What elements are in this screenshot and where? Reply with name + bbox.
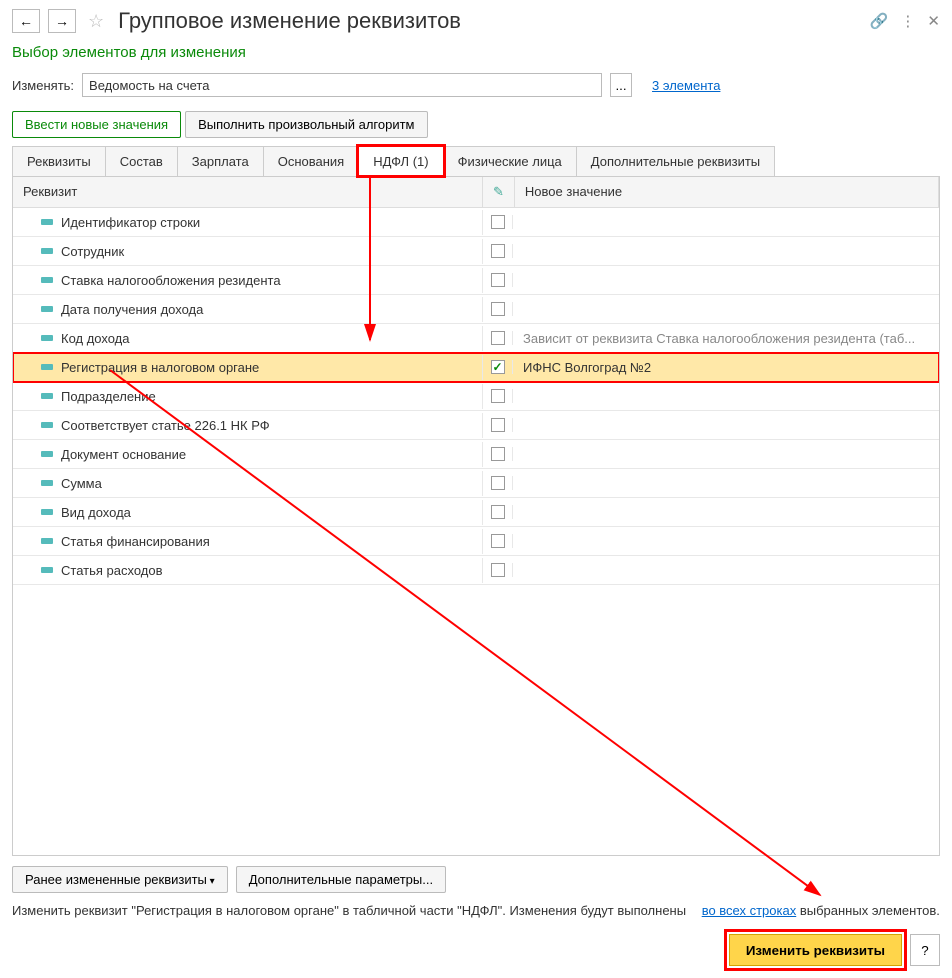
row-name: Документ основание xyxy=(61,447,186,462)
link-icon[interactable]: 🔗 xyxy=(870,12,889,30)
favorite-star-icon[interactable]: ☆ xyxy=(88,11,104,32)
row-icon xyxy=(41,364,53,370)
row-icon xyxy=(41,422,53,428)
row-checkbox[interactable] xyxy=(491,273,505,287)
row-checkbox[interactable] xyxy=(491,331,505,345)
row-name: Сумма xyxy=(61,476,102,491)
row-name: Сотрудник xyxy=(61,244,124,259)
row-value[interactable] xyxy=(513,478,939,488)
row-checkbox[interactable] xyxy=(491,244,505,258)
row-value[interactable] xyxy=(513,275,939,285)
row-checkbox[interactable] xyxy=(491,447,505,461)
page-title: Групповое изменение реквизитов xyxy=(118,8,461,34)
row-checkbox[interactable] xyxy=(491,476,505,490)
row-icon xyxy=(41,567,53,573)
row-name: Статья финансирования xyxy=(61,534,210,549)
row-checkbox[interactable] xyxy=(491,534,505,548)
table-row[interactable]: Вид дохода xyxy=(13,498,939,527)
forward-button[interactable]: → xyxy=(48,9,76,33)
col-check-icon: ✎ xyxy=(483,177,515,207)
row-icon xyxy=(41,306,53,312)
table-row[interactable]: Сумма xyxy=(13,469,939,498)
tab-grounds[interactable]: Основания xyxy=(263,146,360,176)
change-label: Изменять: xyxy=(12,78,74,93)
row-icon xyxy=(41,219,53,225)
row-icon xyxy=(41,277,53,283)
table-row[interactable]: Ставка налогообложения резидента xyxy=(13,266,939,295)
row-icon xyxy=(41,480,53,486)
table-row[interactable]: Статья расходов xyxy=(13,556,939,585)
row-value[interactable]: ИФНС Волгоград №2 xyxy=(513,355,939,380)
row-name: Подразделение xyxy=(61,389,156,404)
elements-count-link[interactable]: 3 элемента xyxy=(652,78,720,93)
row-value[interactable] xyxy=(513,536,939,546)
row-name: Дата получения дохода xyxy=(61,302,203,317)
previously-changed-button[interactable]: Ранее измененные реквизиты xyxy=(12,866,228,893)
table-row[interactable]: Регистрация в налоговом органе ИФНС Волго… xyxy=(13,353,939,382)
tab-salary[interactable]: Зарплата xyxy=(177,146,264,176)
row-value[interactable] xyxy=(513,217,939,227)
table-row[interactable]: Код дохода Зависит от реквизита Ставка на… xyxy=(13,324,939,353)
row-checkbox[interactable] xyxy=(491,418,505,432)
row-value[interactable] xyxy=(513,391,939,401)
header-bar: ← → ☆ Групповое изменение реквизитов 🔗 ⋮… xyxy=(0,0,952,42)
row-checkbox[interactable] xyxy=(491,389,505,403)
requisites-table: Реквизит ✎ Новое значение Идентификатор … xyxy=(12,176,940,856)
tab-ndfl[interactable]: НДФЛ (1) xyxy=(358,146,443,176)
row-icon xyxy=(41,509,53,515)
row-name: Статья расходов xyxy=(61,563,163,578)
row-checkbox[interactable] xyxy=(491,360,505,374)
row-icon xyxy=(41,451,53,457)
table-row[interactable]: Дата получения дохода xyxy=(13,295,939,324)
back-button[interactable]: ← xyxy=(12,9,40,33)
table-row[interactable]: Статья финансирования xyxy=(13,527,939,556)
row-name: Регистрация в налоговом органе xyxy=(61,360,259,375)
row-name: Ставка налогообложения резидента xyxy=(61,273,281,288)
row-name: Вид дохода xyxy=(61,505,131,520)
row-value[interactable] xyxy=(513,507,939,517)
table-row[interactable]: Подразделение xyxy=(13,382,939,411)
row-name: Код дохода xyxy=(61,331,130,346)
table-row[interactable]: Идентификатор строки xyxy=(13,208,939,237)
tabs-bar: Реквизиты Состав Зарплата Основания НДФЛ… xyxy=(0,146,952,176)
row-value[interactable] xyxy=(513,420,939,430)
help-button[interactable]: ? xyxy=(910,934,940,966)
row-icon xyxy=(41,335,53,341)
row-checkbox[interactable] xyxy=(491,215,505,229)
row-icon xyxy=(41,538,53,544)
row-value[interactable] xyxy=(513,565,939,575)
tab-additional[interactable]: Дополнительные реквизиты xyxy=(576,146,775,176)
row-value[interactable]: Зависит от реквизита Ставка налогообложе… xyxy=(513,326,939,351)
row-value[interactable] xyxy=(513,304,939,314)
change-input[interactable]: Ведомость на счета xyxy=(82,73,602,97)
tab-requisites[interactable]: Реквизиты xyxy=(12,146,106,176)
additional-params-button[interactable]: Дополнительные параметры... xyxy=(236,866,446,893)
row-checkbox[interactable] xyxy=(491,505,505,519)
col-new-value: Новое значение xyxy=(515,177,939,207)
more-menu-icon[interactable]: ⋮ xyxy=(900,12,915,30)
change-select-button[interactable]: ... xyxy=(610,73,632,97)
change-requisites-button[interactable]: Изменить реквизиты xyxy=(729,934,902,966)
row-name: Соответствует статье 226.1 НК РФ xyxy=(61,418,270,433)
row-name: Идентификатор строки xyxy=(61,215,200,230)
row-icon xyxy=(41,393,53,399)
row-checkbox[interactable] xyxy=(491,563,505,577)
row-checkbox[interactable] xyxy=(491,302,505,316)
row-value[interactable] xyxy=(513,246,939,256)
close-icon[interactable]: ✕ xyxy=(927,12,940,30)
execute-algorithm-button[interactable]: Выполнить произвольный алгоритм xyxy=(185,111,427,138)
enter-values-button[interactable]: Ввести новые значения xyxy=(12,111,181,138)
tab-individuals[interactable]: Физические лица xyxy=(443,146,577,176)
section-subtitle: Выбор элементов для изменения xyxy=(0,42,952,69)
all-rows-link[interactable]: во всех строках xyxy=(702,903,797,918)
table-row[interactable]: Документ основание xyxy=(13,440,939,469)
info-text: Изменить реквизит "Регистрация в налогов… xyxy=(0,899,952,922)
col-requisite: Реквизит xyxy=(13,177,483,207)
row-value[interactable] xyxy=(513,449,939,459)
table-row[interactable]: Сотрудник xyxy=(13,237,939,266)
tab-composition[interactable]: Состав xyxy=(105,146,178,176)
row-icon xyxy=(41,248,53,254)
table-row[interactable]: Соответствует статье 226.1 НК РФ xyxy=(13,411,939,440)
